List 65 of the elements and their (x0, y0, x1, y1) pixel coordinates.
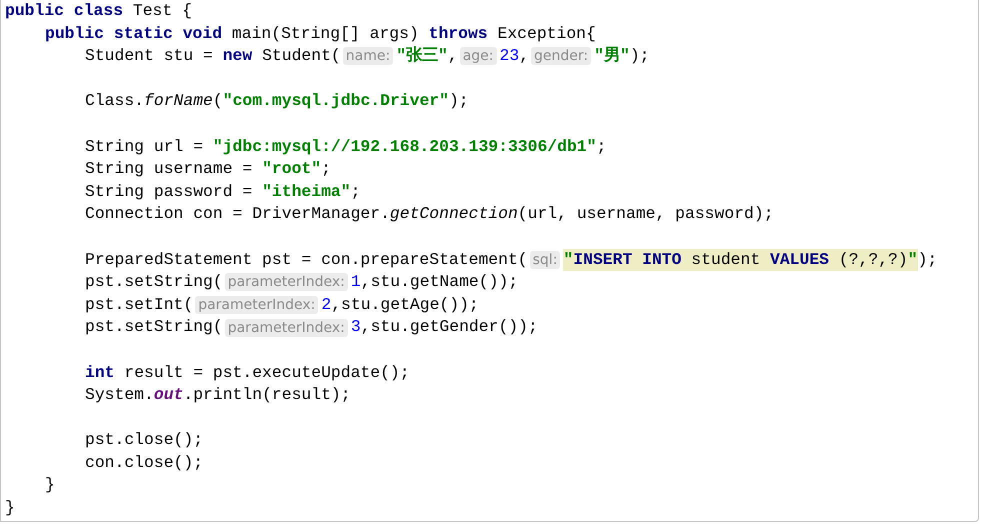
code-text: Student( (261, 45, 341, 68)
parameter-hint: parameterIndex: (224, 273, 348, 292)
code-text: ,stu.getAge()); (331, 294, 479, 316)
sql-keyword: INSERT INTO (573, 248, 682, 272)
sql-text: student (681, 248, 770, 272)
string-literal: "jdbc:mysql://192.168.203.139:3306/db1" (212, 136, 596, 158)
keyword: int (85, 362, 115, 384)
code-text: Connection con = DriverManager. (85, 203, 390, 226)
code-text: ; (321, 158, 331, 180)
keyword: new (222, 45, 252, 68)
method-name: getConnection (390, 203, 518, 226)
code-text: } (45, 474, 55, 496)
code-text: System. (85, 384, 154, 406)
code-text: pst.close(); (85, 429, 204, 452)
parameter-hint: age: (460, 47, 497, 66)
number-literal: 3 (350, 316, 361, 338)
code-text: ( (212, 90, 223, 112)
code-text: Exception{ (496, 22, 596, 45)
code-text: pst.setInt( (85, 294, 194, 316)
code-text: , (448, 45, 458, 68)
code-text: ); (918, 248, 938, 271)
sql-quote: " (563, 248, 574, 272)
sql-quote: " (908, 248, 918, 272)
code-text: ,stu.getName()); (360, 271, 518, 294)
keyword: public class (5, 0, 124, 22)
code-text: String password = (85, 180, 254, 203)
parameter-hint: gender: (531, 47, 592, 66)
code-text: main(String[] args) (230, 22, 420, 45)
code-text: Class. (85, 90, 144, 112)
number-literal: 1 (350, 271, 361, 294)
code-text: pst.setString( (85, 316, 223, 338)
code-text: ; (350, 180, 360, 203)
code-text: String username = (85, 158, 254, 180)
code-text: , (519, 45, 530, 68)
code-text: (url, username, password); (518, 203, 774, 226)
code-text: result = pst.executeUpdate(); (123, 362, 410, 384)
parameter-hint: name: (342, 47, 394, 66)
string-literal: "itheima" (262, 180, 351, 203)
string-literal: "张三" (396, 45, 448, 68)
parameter-hint: parameterIndex: (195, 296, 318, 314)
code-text: PreparedStatement pst = con.prepareStatement( (85, 248, 528, 271)
field-name: out (154, 384, 184, 406)
parameter-hint: sql: (530, 250, 560, 269)
string-literal: "男" (594, 45, 630, 68)
string-literal: "root" (262, 158, 322, 180)
code-text: ; (596, 136, 606, 158)
code-text: .println(result); (183, 384, 351, 406)
sql-text: (?,?,?) (829, 248, 908, 272)
number-literal: 2 (321, 294, 332, 316)
keyword: public static void (45, 22, 222, 45)
code-text: con.close(); (85, 452, 204, 474)
number-literal: 23 (500, 45, 520, 68)
code-text: ,stu.getGender()); (360, 316, 538, 338)
parameter-hint: parameterIndex: (224, 318, 348, 337)
string-literal: "com.mysql.jdbc.Driver" (222, 90, 449, 112)
code-text: String url = (85, 136, 204, 158)
code-text: } (5, 497, 15, 520)
code-text: ); (630, 45, 650, 68)
code-text: ); (448, 90, 469, 112)
sql-keyword: VALUES (770, 248, 830, 272)
code-text: Student stu = (85, 45, 214, 68)
code-text: Test { (132, 0, 192, 22)
code-text: pst.setString( (85, 271, 223, 294)
method-name: forName (144, 90, 213, 112)
keyword: throws (428, 22, 488, 45)
